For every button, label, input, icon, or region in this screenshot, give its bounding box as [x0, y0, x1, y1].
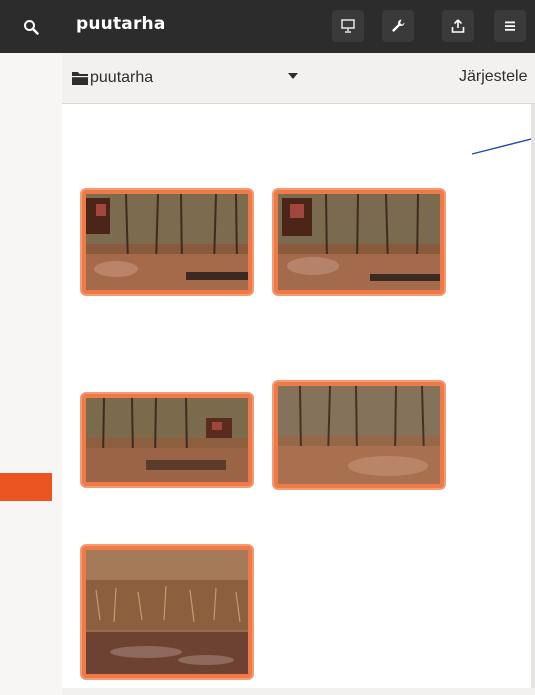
header-bar: puutarha [0, 0, 535, 53]
slideshow-button[interactable] [332, 10, 364, 42]
photo-thumbnail[interactable] [274, 382, 444, 488]
photo-thumbnail[interactable] [82, 190, 252, 294]
sort-button[interactable]: Järjestele [459, 68, 527, 86]
folder-icon [72, 72, 88, 85]
menu-button[interactable] [494, 10, 526, 42]
share-icon [451, 19, 465, 33]
annotation-callout-line [471, 134, 535, 155]
slideshow-icon [341, 19, 355, 33]
photo-grid [62, 104, 535, 695]
hamburger-menu-icon [505, 21, 515, 31]
chevron-down-icon[interactable] [288, 73, 298, 79]
folder-label: puutarha [90, 69, 154, 86]
sidebar [0, 53, 63, 695]
share-button[interactable] [442, 10, 474, 42]
photo-thumbnail[interactable] [82, 546, 252, 678]
search-icon [24, 19, 39, 35]
search-button[interactable] [0, 0, 62, 53]
wrench-icon [392, 19, 405, 32]
folder-toolbar: puutarha Järjestele [62, 53, 535, 104]
photo-thumbnail[interactable] [274, 190, 444, 294]
sidebar-active-indicator[interactable] [0, 473, 52, 501]
folder-chooser[interactable]: puutarha [72, 65, 282, 91]
bottom-border [62, 688, 535, 695]
photo-thumbnail[interactable] [82, 394, 252, 486]
scrollbar-track[interactable] [531, 104, 535, 695]
window-title: puutarha [76, 14, 166, 34]
image-viewer-window: puutarha puutarha Järjestele [0, 0, 535, 695]
tools-button[interactable] [382, 10, 414, 42]
